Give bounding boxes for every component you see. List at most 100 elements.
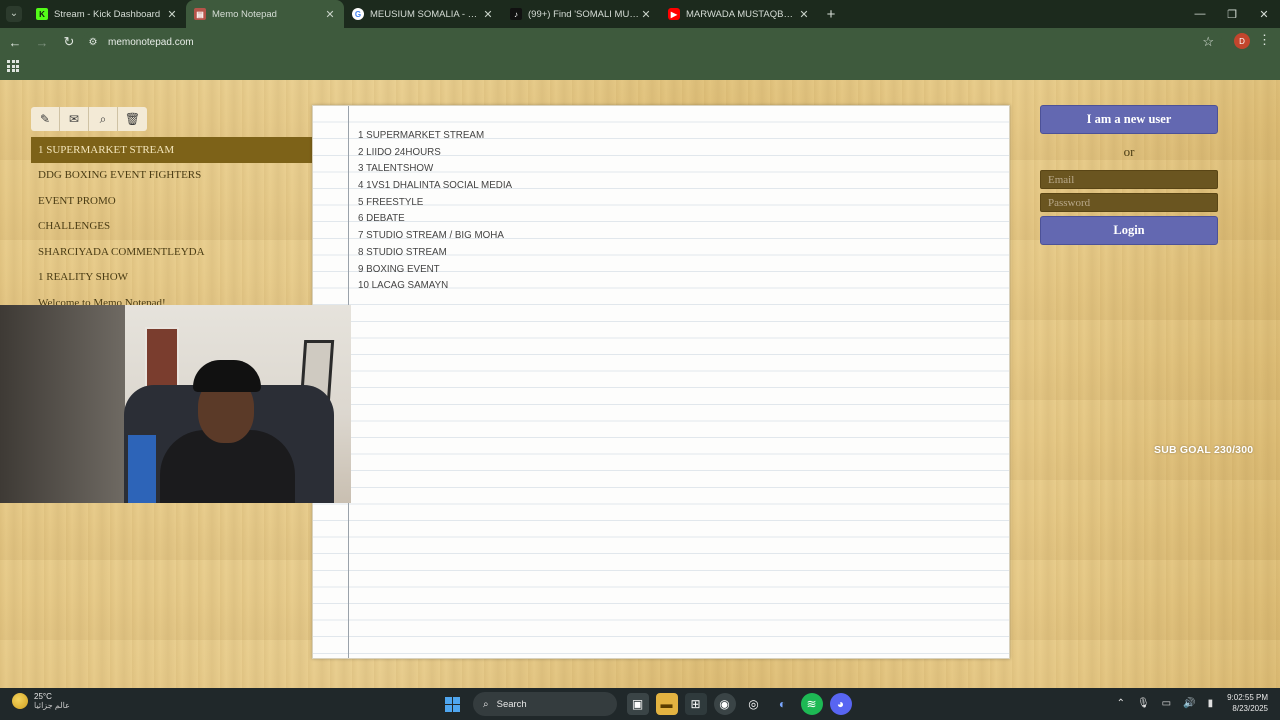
- chrome-icon[interactable]: ◉: [713, 693, 736, 715]
- restore-icon[interactable]: ❐: [1216, 0, 1248, 28]
- obs-icon[interactable]: ◎: [743, 693, 765, 715]
- memo-item[interactable]: SHARCIYADA COMMENTLEYDA: [31, 239, 312, 265]
- webcam-overlay: [0, 305, 351, 503]
- taskbar-apps: ⌕ Search ▣ ▬ ⊞ ◉ ◎ ◐ ≋ ◕: [438, 691, 855, 717]
- taskbar: 25°C عالم جزائيا ⌕ Search ▣ ▬ ⊞ ◉ ◎ ◐ ≋ …: [0, 688, 1280, 720]
- address-bar[interactable]: ⚙ memonotepad.com ☆: [82, 31, 1222, 53]
- windows-logo-icon: [445, 696, 460, 712]
- chevron-up-icon[interactable]: ⌃: [1117, 698, 1125, 709]
- auth-panel: I am a new user or Email Password Login: [1040, 105, 1218, 245]
- webcam-person-cap: [193, 360, 261, 392]
- tab-memo-notepad[interactable]: ▤ Memo Notepad ✕: [186, 0, 344, 28]
- memo-notepad-icon: ▤: [194, 8, 206, 20]
- task-view-icon[interactable]: ▣: [626, 693, 649, 715]
- weather-description: عالم جزائيا: [34, 701, 70, 710]
- tab-title: Memo Notepad: [212, 8, 277, 20]
- note-line: 7 STUDIO STREAM / BIG MOHA: [358, 230, 504, 242]
- chevron-down-icon: ⌄: [6, 6, 22, 22]
- tiktok-icon: ♪: [510, 8, 522, 20]
- window-controls: — ❐ ✕: [1184, 0, 1280, 28]
- memo-item[interactable]: DDG BOXING EVENT FIGHTERS: [31, 163, 312, 189]
- microphone-icon[interactable]: 🎙: [1137, 698, 1150, 709]
- email-field[interactable]: Email: [1040, 170, 1218, 189]
- clock[interactable]: 9:02:55 PM 8/23/2025: [1227, 692, 1268, 714]
- memo-item[interactable]: CHALLENGES: [31, 214, 312, 240]
- tab-kick-dashboard[interactable]: K Stream - Kick Dashboard ✕: [28, 0, 186, 28]
- memo-item[interactable]: 1 SUPERMARKET STREAM: [31, 137, 312, 163]
- note-line: 10 LACAG SAMAYN: [358, 280, 449, 292]
- reload-icon: ↻: [63, 34, 75, 49]
- new-tab-button[interactable]: +: [818, 6, 844, 23]
- mail-icon[interactable]: ✉: [60, 107, 89, 131]
- note-line: 1 SUPERMARKET STREAM: [358, 130, 485, 141]
- tab-tiktok[interactable]: ♪ (99+) Find 'SOMALI MUSIUM M ✕: [502, 0, 660, 28]
- reload-button[interactable]: ↻: [57, 30, 81, 54]
- close-icon[interactable]: ✕: [324, 8, 336, 21]
- taskbar-search[interactable]: ⌕ Search: [473, 692, 617, 716]
- note-editor[interactable]: 1 SUPERMARKET STREAM 2 LIIDO 24HOURS 3 T…: [312, 105, 1010, 659]
- browser-tab-strip: ⌄ K Stream - Kick Dashboard ✕ ▤ Memo Not…: [0, 0, 1280, 28]
- edit-pencil-icon[interactable]: ✎: [31, 107, 60, 131]
- spotify-icon[interactable]: ≋: [800, 693, 823, 715]
- note-line: 9 BOXING EVENT: [358, 263, 440, 275]
- tab-search-button[interactable]: ⌄: [0, 0, 28, 28]
- tab-google-search[interactable]: G MEUSIUM SOMALIA - Google S ✕: [344, 0, 502, 28]
- memo-toolbar: ✎ ✉ ⌕ 🗑: [31, 107, 147, 131]
- note-line: 4 1VS1 DHALINTA SOCIAL MEDIA: [358, 180, 513, 192]
- apps-grid-icon[interactable]: [7, 60, 19, 72]
- memo-list: 1 SUPERMARKET STREAM DDG BOXING EVENT FI…: [31, 137, 312, 316]
- close-icon[interactable]: ✕: [482, 8, 494, 21]
- close-icon[interactable]: ✕: [640, 8, 652, 21]
- file-explorer-icon[interactable]: ▬: [655, 693, 678, 715]
- bookmark-star-icon[interactable]: ☆: [1202, 34, 1214, 50]
- note-line: 2 LIIDO 24HOURS: [358, 146, 441, 158]
- search-icon: ⌕: [483, 698, 489, 710]
- speaker-icon[interactable]: 🔊: [1183, 698, 1195, 709]
- trash-icon[interactable]: 🗑: [118, 107, 147, 131]
- microsoft-store-icon[interactable]: ⊞: [684, 693, 707, 715]
- tab-title: (99+) Find 'SOMALI MUSIUM M: [528, 8, 640, 20]
- monitor-icon[interactable]: ▭: [1162, 698, 1171, 709]
- forward-button[interactable]: →: [30, 30, 54, 54]
- weather-icon: [12, 693, 28, 709]
- tab-title: MEUSIUM SOMALIA - Google S: [370, 8, 482, 20]
- url-text[interactable]: memonotepad.com: [108, 37, 194, 48]
- minimize-icon[interactable]: —: [1184, 0, 1216, 28]
- tab-youtube[interactable]: ▶ MARWADA MUSTAQBALKA EP ✕: [660, 0, 818, 28]
- memo-item[interactable]: EVENT PROMO: [31, 188, 312, 214]
- note-line: 3 TALENTSHOW: [358, 163, 434, 175]
- close-icon[interactable]: ✕: [166, 8, 178, 21]
- search-icon[interactable]: ⌕: [89, 107, 118, 131]
- note-line: 6 DEBATE: [358, 213, 405, 225]
- note-line: 8 STUDIO STREAM: [358, 246, 447, 258]
- app-icon[interactable]: ◐: [772, 693, 794, 715]
- back-button[interactable]: ←: [3, 30, 27, 54]
- memo-item[interactable]: 1 REALITY SHOW: [31, 265, 312, 291]
- or-divider: or: [1123, 144, 1135, 159]
- start-button[interactable]: [442, 693, 464, 715]
- note-text[interactable]: 1 SUPERMARKET STREAM 2 LIIDO 24HOURS 3 T…: [358, 128, 512, 295]
- clock-date: 8/23/2025: [1232, 704, 1268, 713]
- new-user-button[interactable]: I am a new user: [1040, 105, 1218, 134]
- browser-menu-icon[interactable]: ⋮: [1258, 32, 1271, 48]
- profile-avatar[interactable]: D: [1234, 33, 1250, 49]
- youtube-icon: ▶: [668, 8, 680, 20]
- kick-icon: K: [36, 8, 48, 20]
- weather-temperature: 25°C: [34, 692, 52, 701]
- site-info-icon[interactable]: ⚙: [86, 35, 100, 49]
- google-icon: G: [352, 8, 364, 20]
- weather-widget[interactable]: 25°C عالم جزائيا: [12, 692, 70, 710]
- close-icon[interactable]: ✕: [798, 8, 810, 21]
- arrow-left-icon: ←: [8, 34, 22, 50]
- login-button[interactable]: Login: [1040, 216, 1218, 245]
- tab-title: MARWADA MUSTAQBALKA EP: [686, 8, 798, 20]
- arrow-right-icon: →: [35, 34, 49, 50]
- taskbar-search-label: Search: [496, 698, 527, 710]
- password-field[interactable]: Password: [1040, 193, 1218, 212]
- discord-icon[interactable]: ◕: [829, 693, 852, 715]
- browser-toolbar: ← → ↻ ⚙ memonotepad.com ☆ D ⋮: [0, 28, 1280, 56]
- clock-time: 9:02:55 PM: [1227, 693, 1268, 702]
- tab-title: Stream - Kick Dashboard: [54, 8, 161, 20]
- close-window-icon[interactable]: ✕: [1248, 0, 1280, 28]
- battery-icon[interactable]: ▮: [1208, 698, 1214, 709]
